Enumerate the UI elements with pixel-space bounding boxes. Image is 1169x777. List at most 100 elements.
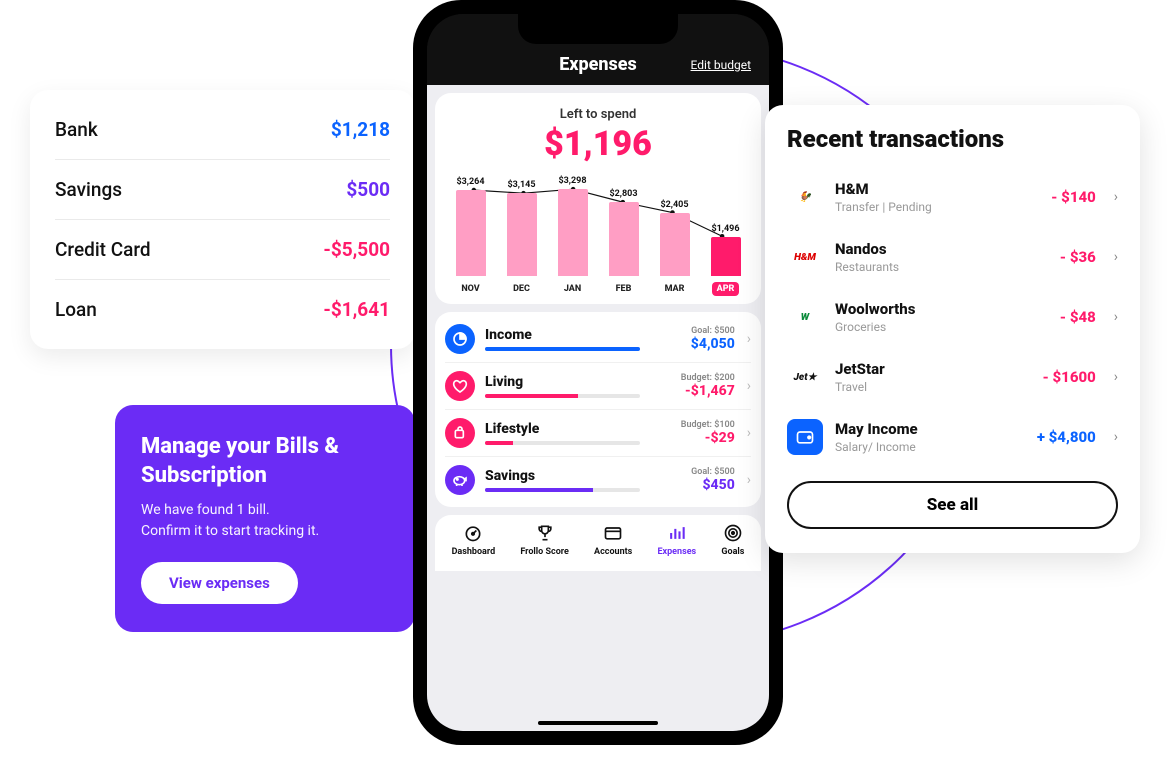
- transaction-amount: - $1600: [1042, 368, 1095, 386]
- category-amount: -$29: [650, 430, 735, 446]
- category-goal: Budget: $100: [650, 420, 735, 430]
- chart-trend-line: [449, 174, 747, 295]
- transaction-row[interactable]: May Income Salary/ Income + $4,800 ›: [787, 407, 1118, 467]
- account-row: Credit Card -$5,500: [55, 220, 390, 280]
- chevron-right-icon: ›: [747, 378, 751, 394]
- chevron-right-icon: ›: [1114, 309, 1118, 325]
- category-name: Savings: [485, 468, 640, 484]
- bars-icon: [667, 523, 687, 543]
- category-name: Living: [485, 374, 640, 390]
- trophy-icon: [535, 523, 555, 543]
- chart-column[interactable]: $2,803 FEB: [602, 202, 645, 296]
- bar-value-label: $2,803: [609, 189, 637, 199]
- chart-column[interactable]: $1,496 APR: [704, 237, 747, 296]
- tab-label: Frollo Score: [520, 547, 569, 557]
- account-row: Bank $1,218: [55, 100, 390, 160]
- merchant-icon: Jet★: [787, 359, 823, 395]
- see-all-button[interactable]: See all: [787, 481, 1118, 529]
- merchant-name: H&M: [835, 180, 1039, 198]
- category-goal: Goal: $500: [650, 326, 735, 336]
- chevron-right-icon: ›: [747, 472, 751, 488]
- tab-accounts[interactable]: Accounts: [594, 523, 632, 557]
- account-label: Bank: [55, 118, 98, 141]
- category-name: Income: [485, 327, 640, 343]
- account-label: Credit Card: [55, 238, 151, 261]
- tab-frollo-score[interactable]: Frollo Score: [520, 523, 569, 557]
- bar-value-label: $3,264: [456, 177, 484, 187]
- chart-column[interactable]: $3,264 NOV: [449, 190, 492, 296]
- bar-value-label: $3,298: [558, 176, 586, 186]
- transaction-amount: - $36: [1060, 248, 1096, 266]
- promo-text: We have found 1 bill. Confirm it to star…: [141, 500, 389, 542]
- chevron-right-icon: ›: [1114, 249, 1118, 265]
- chart-column[interactable]: $3,298 JAN: [551, 189, 594, 296]
- account-label: Loan: [55, 298, 97, 321]
- spend-card: Left to spend $1,196 $3,264 NOV $3,145 D…: [435, 93, 761, 304]
- transaction-row[interactable]: 🐓 H&M Transfer | Pending - $140 ›: [787, 167, 1118, 227]
- transaction-category: Travel: [835, 380, 1030, 394]
- transaction-row[interactable]: H&M Nandos Restaurants - $36 ›: [787, 227, 1118, 287]
- edit-budget-link[interactable]: Edit budget: [691, 58, 751, 72]
- category-icon: [445, 465, 475, 495]
- transaction-category: Transfer | Pending: [835, 200, 1039, 214]
- transactions-card: Recent transactions 🐓 H&M Transfer | Pen…: [765, 105, 1140, 553]
- account-row: Savings $500: [55, 160, 390, 220]
- category-row[interactable]: Lifestyle Budget: $100 -$29 ›: [445, 410, 751, 457]
- target-icon: [723, 523, 743, 543]
- merchant-name: JetStar: [835, 360, 1030, 378]
- tab-dashboard[interactable]: Dashboard: [452, 523, 496, 557]
- month-label: FEB: [611, 282, 637, 296]
- tab-label: Goals: [721, 547, 744, 557]
- category-row[interactable]: Income Goal: $500 $4,050 ›: [445, 316, 751, 363]
- gauge-icon: [463, 523, 483, 543]
- category-name: Lifestyle: [485, 421, 640, 437]
- view-expenses-button[interactable]: View expenses: [141, 562, 298, 604]
- category-icon: [445, 324, 475, 354]
- promo-title: Manage your Bills & Subscription: [141, 433, 389, 490]
- chart-column[interactable]: $2,405 MAR: [653, 213, 696, 296]
- bottom-tab-bar: Dashboard Frollo Score Accounts Expenses Goa…: [435, 515, 761, 571]
- category-icon: [445, 371, 475, 401]
- account-label: Savings: [55, 178, 122, 201]
- accounts-card: Bank $1,218Savings $500Credit Card -$5,5…: [30, 90, 415, 349]
- account-value: $1,218: [331, 118, 390, 141]
- tab-goals[interactable]: Goals: [721, 523, 744, 557]
- category-row[interactable]: Living Budget: $200 -$1,467 ›: [445, 363, 751, 410]
- transaction-row[interactable]: Jet★ JetStar Travel - $1600 ›: [787, 347, 1118, 407]
- chevron-right-icon: ›: [1114, 369, 1118, 385]
- transaction-category: Salary/ Income: [835, 440, 1025, 454]
- category-row[interactable]: Savings Goal: $500 $450 ›: [445, 457, 751, 503]
- category-amount: $4,050: [650, 336, 735, 352]
- merchant-icon: H&M: [787, 239, 823, 275]
- month-label: NOV: [456, 282, 484, 296]
- month-label: MAR: [660, 282, 690, 296]
- bills-promo-card: Manage your Bills & Subscription We have…: [115, 405, 415, 632]
- category-goal: Goal: $500: [650, 467, 735, 477]
- tab-label: Expenses: [657, 547, 696, 557]
- merchant-icon: W: [787, 299, 823, 335]
- merchant-name: Nandos: [835, 240, 1048, 258]
- merchant-icon: [787, 419, 823, 455]
- transaction-amount: - $140: [1051, 188, 1096, 206]
- chevron-right-icon: ›: [1114, 189, 1118, 205]
- month-label: APR: [712, 282, 740, 296]
- bar-value-label: $2,405: [660, 200, 688, 210]
- tab-label: Dashboard: [452, 547, 496, 557]
- category-amount: $450: [650, 477, 735, 493]
- card-icon: [603, 523, 623, 543]
- chart-column[interactable]: $3,145 DEC: [500, 193, 543, 296]
- transaction-row[interactable]: W Woolworths Groceries - $48 ›: [787, 287, 1118, 347]
- transactions-title: Recent transactions: [787, 125, 1118, 153]
- bar-value-label: $1,496: [711, 224, 739, 234]
- transaction-amount: - $48: [1060, 308, 1096, 326]
- bar-value-label: $3,145: [507, 180, 535, 190]
- account-value: -$1,641: [323, 298, 390, 321]
- expenses-chart: $3,264 NOV $3,145 DEC $3,298 JAN $2,803 …: [449, 174, 747, 296]
- spend-amount: $1,196: [449, 124, 747, 164]
- account-value: -$5,500: [323, 238, 390, 261]
- chevron-right-icon: ›: [747, 425, 751, 441]
- chevron-right-icon: ›: [1114, 429, 1118, 445]
- tab-expenses[interactable]: Expenses: [657, 523, 696, 557]
- month-label: DEC: [508, 282, 535, 296]
- phone-frame: Expenses Edit budget Left to spend $1,19…: [413, 0, 783, 745]
